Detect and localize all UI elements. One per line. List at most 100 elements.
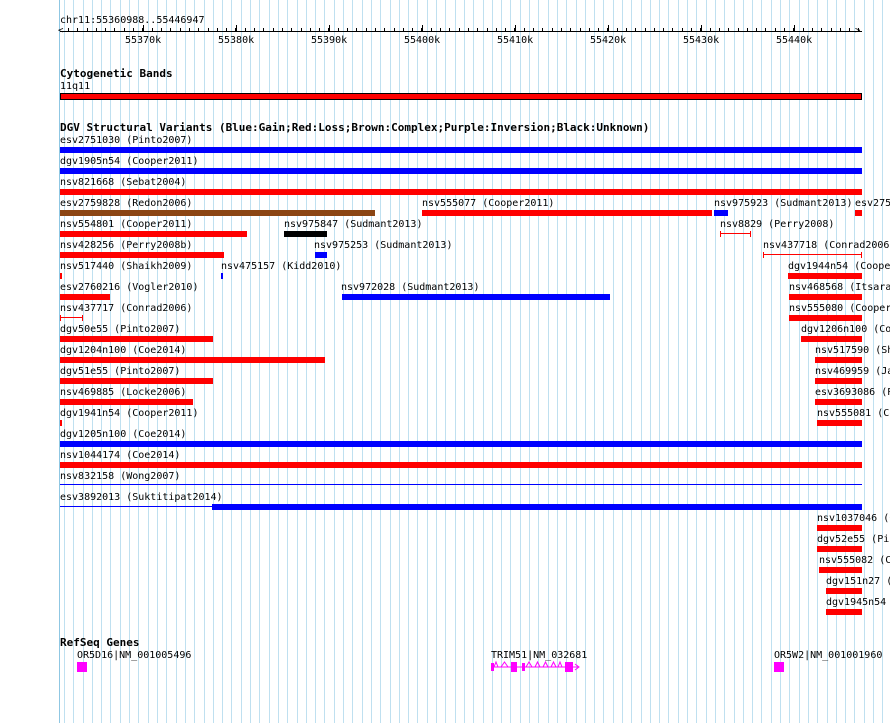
dgv-variant-bar	[815, 399, 862, 405]
ruler-tick-label: 55410k	[497, 35, 534, 46]
dgv-variant-label: nsv469959 (Ja	[815, 366, 890, 377]
gene-label: OR5W2|NM_001001960	[774, 650, 883, 661]
dgv-variant-bar	[221, 273, 223, 279]
genome-browser-view[interactable]: chr11:55360988..55446947 < > 55370k 55380…	[0, 0, 890, 723]
dgv-variant-label: nsv8829 (Perry2008)	[720, 219, 835, 230]
ruler-minor-tick	[105, 28, 106, 31]
grid-line	[408, 0, 409, 723]
dgv-variant-label: nsv975847 (Sudmant2013)	[284, 219, 423, 230]
dgv-variant-end-cap	[720, 231, 721, 237]
ruler-minor-tick	[384, 28, 385, 31]
ruler-minor-tick	[328, 28, 329, 31]
dgv-variant-bar	[817, 420, 862, 426]
ruler-minor-tick	[87, 28, 88, 31]
ruler-minor-tick	[114, 28, 115, 31]
dgv-variant-label: dgv1205n100 (Coe2014)	[60, 429, 187, 440]
ruler-minor-tick	[338, 28, 339, 31]
ruler-minor-tick	[840, 28, 841, 31]
grid-line	[492, 0, 493, 723]
gene-intron	[550, 660, 557, 668]
ruler-minor-tick	[645, 28, 646, 31]
ruler-minor-tick	[245, 28, 246, 31]
ruler-minor-tick	[626, 28, 627, 31]
ruler-minor-tick	[803, 28, 804, 31]
ruler-minor-tick	[161, 28, 162, 31]
ruler-minor-tick	[124, 28, 125, 31]
position-label: chr11:55360988..55446947	[60, 15, 205, 26]
trim51-gene-model	[491, 660, 580, 672]
gene-exon	[511, 662, 517, 672]
ruler-minor-tick	[403, 28, 404, 31]
ruler-minor-tick	[394, 28, 395, 31]
ruler-minor-tick	[319, 28, 320, 31]
dgv-variant-bar	[826, 609, 862, 615]
ruler-minor-tick	[514, 28, 515, 31]
gene-label: OR5D16|NM_001005496	[77, 650, 192, 661]
ruler-minor-tick	[561, 28, 562, 31]
ruler-tick-label: 55420k	[590, 35, 627, 46]
ruler-minor-tick	[133, 28, 134, 31]
grid-line	[678, 0, 679, 723]
cytoband-bar[interactable]	[60, 93, 862, 100]
ruler-minor-tick	[347, 28, 348, 31]
dgv-variant-bar	[60, 189, 862, 195]
ruler-minor-tick	[301, 28, 302, 31]
grid-line	[548, 0, 549, 723]
grid-line	[445, 0, 446, 723]
dgv-variant-bar	[315, 252, 327, 258]
dgv-variant-label: nsv555082 (Co	[819, 555, 890, 566]
ruler-minor-tick	[310, 28, 311, 31]
ruler-major-tick	[794, 25, 795, 32]
grid-line	[789, 0, 790, 723]
ruler-tick-label: 55380k	[218, 35, 255, 46]
ruler-minor-tick	[533, 28, 534, 31]
grid-line	[799, 0, 800, 723]
dgv-variant-label: dgv52e55 (Pin	[817, 534, 890, 545]
gene-intron	[525, 661, 533, 668]
dgv-variant-bar	[815, 357, 862, 363]
ruler-minor-tick	[487, 28, 488, 31]
ruler-minor-tick	[849, 28, 850, 31]
dgv-variant-bar	[720, 233, 751, 234]
ruler-minor-tick	[356, 28, 357, 31]
dgv-variant-bar	[855, 210, 862, 216]
grid-line	[455, 0, 456, 723]
grid-line	[436, 0, 437, 723]
ruler-minor-tick	[700, 28, 701, 31]
dgv-variant-label: nsv517440 (Shaikh2009)	[60, 261, 193, 272]
dgv-variant-bar	[212, 504, 862, 510]
ruler-minor-tick	[235, 28, 236, 31]
dgv-variant-bar	[60, 378, 213, 384]
ruler-minor-tick	[598, 28, 599, 31]
refseq-track-title: RefSeq Genes	[60, 636, 140, 649]
ruler-minor-tick	[496, 28, 497, 31]
grid-line	[520, 0, 521, 723]
grid-line	[780, 0, 781, 723]
ruler-tick-label: 55430k	[683, 35, 720, 46]
ruler-minor-tick	[691, 28, 692, 31]
ruler-minor-tick	[198, 28, 199, 31]
grid-line	[761, 0, 762, 723]
dgv-variant-bar	[819, 567, 862, 573]
grid-line	[734, 0, 735, 723]
ruler-minor-tick	[217, 28, 218, 31]
ruler-minor-tick	[226, 28, 227, 31]
ruler-minor-tick	[477, 28, 478, 31]
dgv-variant-label: esv3892013 (Suktitipat2014)	[60, 492, 223, 503]
gene-intron	[493, 660, 499, 668]
grid-line	[882, 0, 883, 723]
ruler-minor-tick	[459, 28, 460, 31]
grid-line	[650, 0, 651, 723]
dgv-variant-bar	[60, 462, 862, 468]
grid-line	[808, 0, 809, 723]
dgv-variant-tail	[60, 506, 212, 507]
ruler-minor-tick	[756, 28, 757, 31]
ruler-minor-tick	[747, 28, 748, 31]
grid-line	[622, 0, 623, 723]
grid-line	[585, 0, 586, 723]
ruler-minor-tick	[263, 28, 264, 31]
ruler-minor-tick	[431, 28, 432, 31]
dgv-variant-end-cap	[861, 252, 862, 258]
dgv-variant-bar	[714, 210, 728, 216]
grid-line	[603, 0, 604, 723]
